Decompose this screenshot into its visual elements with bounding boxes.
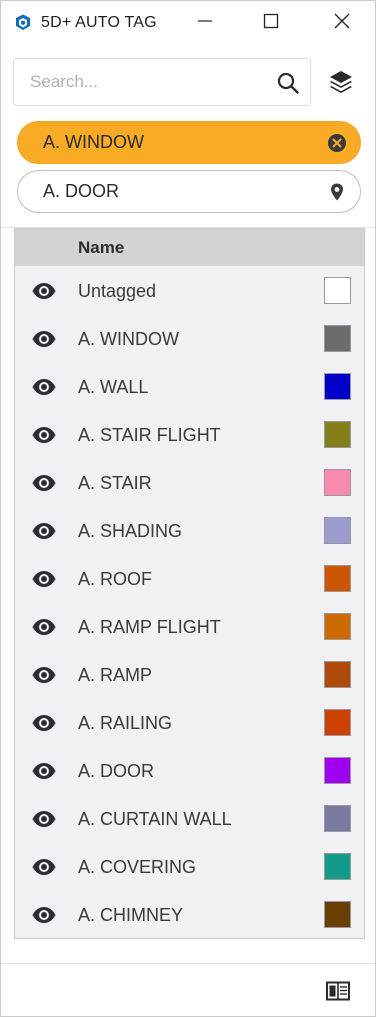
eye-visibility-icon[interactable] <box>31 905 57 925</box>
row-label: A. COVERING <box>78 857 197 877</box>
row-label: A. STAIR FLIGHT <box>78 425 221 445</box>
table-rows: Untagged A. WINDOW A. WALL A. STAIR FLIGHT A… <box>15 267 364 939</box>
color-swatch[interactable] <box>324 325 351 352</box>
minimize-icon <box>197 13 213 34</box>
color-swatch[interactable] <box>324 853 351 880</box>
eye-icon-graphic <box>32 427 56 443</box>
color-swatch[interactable] <box>324 373 351 400</box>
row-label: A. STAIR <box>78 473 152 493</box>
eye-visibility-icon[interactable] <box>31 281 57 301</box>
table-header: Name <box>15 229 364 266</box>
table-row[interactable]: A. DOOR <box>15 747 364 795</box>
color-swatch[interactable] <box>324 805 351 832</box>
layers-icon[interactable] <box>327 68 355 96</box>
eye-icon-graphic <box>32 523 56 539</box>
minimize-button[interactable] <box>182 1 228 46</box>
row-label: A. WINDOW <box>78 329 179 349</box>
color-swatch[interactable] <box>324 661 351 688</box>
eye-visibility-icon[interactable] <box>31 329 57 349</box>
chip-label: A. WINDOW <box>43 132 144 152</box>
eye-icon-graphic <box>32 619 56 635</box>
table-row[interactable]: Untagged <box>15 267 364 315</box>
color-swatch[interactable] <box>324 709 351 736</box>
remove-circle-icon[interactable] <box>327 133 347 153</box>
eye-icon-graphic <box>32 667 56 683</box>
eye-icon-graphic <box>32 379 56 395</box>
row-label: A. RAMP FLIGHT <box>78 617 221 637</box>
eye-icon-graphic <box>32 475 56 491</box>
row-label: A. SHADING <box>78 521 183 541</box>
table-row[interactable]: A. STAIR FLIGHT <box>15 411 364 459</box>
row-label: A. ROOF <box>78 569 153 589</box>
table-row[interactable]: A. RAILING <box>15 699 364 747</box>
color-swatch[interactable] <box>324 469 351 496</box>
divider <box>1 963 375 964</box>
table-row[interactable]: A. COVERING <box>15 843 364 891</box>
color-swatch[interactable] <box>324 517 351 544</box>
eye-visibility-icon[interactable] <box>31 377 57 397</box>
row-label: A. CURTAIN WALL <box>78 809 232 829</box>
row-label: A. DOOR <box>78 761 155 781</box>
row-label: A. RAILING <box>78 713 173 733</box>
maximize-button[interactable] <box>248 1 294 46</box>
tag-table: Name Untagged A. WINDOW A. WALL A. STAIR FL… <box>14 228 365 939</box>
table-row[interactable]: A. RAMP FLIGHT <box>15 603 364 651</box>
eye-icon-graphic <box>32 859 56 875</box>
search-input[interactable] <box>15 60 265 104</box>
panel-layout-icon[interactable] <box>326 981 350 1001</box>
table-row[interactable]: A. STAIR <box>15 459 364 507</box>
app-window: 5D+ AUTO TAG Search... A. WINDOW A. DOOR… <box>0 0 376 1017</box>
eye-icon-graphic <box>32 715 56 731</box>
eye-visibility-icon[interactable] <box>31 569 57 589</box>
column-header-name[interactable]: Name <box>78 238 124 258</box>
app-logo-icon <box>13 13 33 33</box>
color-swatch[interactable] <box>324 277 351 304</box>
eye-visibility-icon[interactable] <box>31 473 57 493</box>
row-label: A. WALL <box>78 377 149 397</box>
eye-visibility-icon[interactable] <box>31 857 57 877</box>
title-bar: 5D+ AUTO TAG <box>1 1 375 46</box>
eye-icon-graphic <box>32 571 56 587</box>
eye-visibility-icon[interactable] <box>31 809 57 829</box>
table-row[interactable]: A. WALL <box>15 363 364 411</box>
table-row[interactable]: A. WINDOW <box>15 315 364 363</box>
row-label: A. RAMP <box>78 665 153 685</box>
close-icon <box>334 13 350 34</box>
eye-visibility-icon[interactable] <box>31 521 57 541</box>
search-box <box>13 58 311 106</box>
chip-label: A. DOOR <box>43 181 120 201</box>
eye-visibility-icon[interactable] <box>31 665 57 685</box>
eye-visibility-icon[interactable] <box>31 617 57 637</box>
eye-icon-graphic <box>32 763 56 779</box>
row-label: A. CHIMNEY <box>78 905 184 925</box>
color-swatch[interactable] <box>324 901 351 928</box>
color-swatch[interactable] <box>324 613 351 640</box>
color-swatch[interactable] <box>324 565 351 592</box>
color-swatch[interactable] <box>324 757 351 784</box>
table-row[interactable]: A. ROOF <box>15 555 364 603</box>
close-button[interactable] <box>319 1 365 46</box>
eye-icon-graphic <box>32 331 56 347</box>
eye-icon-graphic <box>32 283 56 299</box>
table-row[interactable]: A. RAMP <box>15 651 364 699</box>
eye-visibility-icon[interactable] <box>31 713 57 733</box>
filter-chip-window[interactable]: A. WINDOW <box>17 121 361 164</box>
eye-icon-graphic <box>32 811 56 827</box>
table-row[interactable]: A. SHADING <box>15 507 364 555</box>
maximize-icon <box>263 13 279 34</box>
table-row[interactable]: A. CHIMNEY <box>15 891 364 939</box>
search-icon[interactable] <box>277 72 299 94</box>
table-row[interactable]: A. CURTAIN WALL <box>15 795 364 843</box>
color-swatch[interactable] <box>324 421 351 448</box>
eye-visibility-icon[interactable] <box>31 425 57 445</box>
eye-visibility-icon[interactable] <box>31 761 57 781</box>
eye-icon-graphic <box>32 907 56 923</box>
window-title: 5D+ AUTO TAG <box>41 14 157 31</box>
filter-chip-door[interactable]: A. DOOR <box>17 170 361 213</box>
row-label: Untagged <box>78 281 157 301</box>
location-pin-icon[interactable] <box>327 182 347 202</box>
